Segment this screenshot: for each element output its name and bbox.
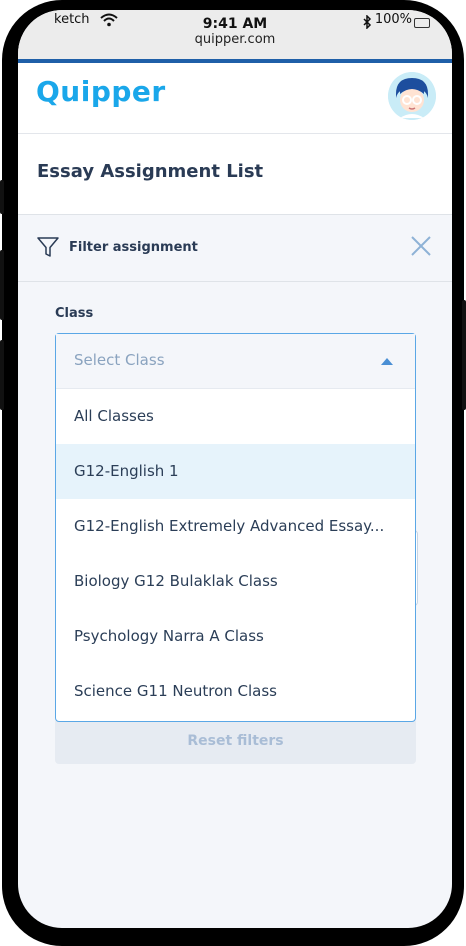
volume-down-button — [0, 340, 4, 410]
option-g12-english-advanced[interactable]: G12-English Extremely Advanced Essay... — [56, 499, 415, 554]
caret-up-icon[interactable] — [381, 358, 393, 365]
reset-filters-button[interactable]: Reset filters — [55, 718, 416, 764]
close-icon[interactable] — [410, 235, 432, 261]
option-label: Psychology Narra A Class — [74, 627, 264, 645]
avatar[interactable] — [388, 72, 436, 120]
power-button — [462, 300, 466, 410]
bluetooth-icon — [362, 14, 372, 33]
battery-label: 100% — [374, 12, 412, 27]
class-select-dropdown[interactable]: Select Class All Classes G12-English 1 G… — [55, 333, 416, 722]
phone-frame: ketch 9:41 AM quipper.com 100% Quipper E… — [0, 0, 466, 946]
filter-assignment-label[interactable]: Filter assignment — [69, 240, 198, 255]
option-label: G12-English 1 — [74, 462, 179, 480]
class-select-trigger[interactable]: Select Class — [56, 334, 415, 389]
url-label[interactable]: quipper.com — [18, 32, 452, 47]
option-g12-english-1[interactable]: G12-English 1 — [56, 444, 415, 499]
filter-icon[interactable] — [36, 235, 60, 263]
screen: ketch 9:41 AM quipper.com 100% Quipper E… — [18, 10, 452, 928]
quipper-logo[interactable]: Quipper — [36, 75, 166, 108]
status-bar: ketch 9:41 AM quipper.com 100% — [18, 10, 452, 63]
app-header: Quipper — [18, 63, 452, 134]
volume-up-button — [0, 250, 4, 320]
option-label: Biology G12 Bulaklak Class — [74, 572, 278, 590]
class-field-label: Class — [55, 306, 94, 321]
filter-bar[interactable]: Filter assignment — [18, 215, 452, 282]
option-biology-g12[interactable]: Biology G12 Bulaklak Class — [56, 554, 415, 609]
option-label: Science G11 Neutron Class — [74, 682, 277, 700]
option-label: G12-English Extremely Advanced Essay... — [74, 517, 385, 535]
option-psychology-narra[interactable]: Psychology Narra A Class — [56, 609, 415, 664]
option-label: All Classes — [74, 407, 154, 425]
option-all-classes[interactable]: All Classes — [56, 389, 415, 444]
option-science-g11[interactable]: Science G11 Neutron Class — [56, 664, 415, 719]
title-bar: Essay Assignment List — [18, 134, 452, 215]
select-placeholder: Select Class — [74, 351, 165, 369]
mute-switch — [0, 180, 4, 214]
page-title: Essay Assignment List — [37, 161, 264, 182]
battery-icon — [414, 18, 430, 28]
